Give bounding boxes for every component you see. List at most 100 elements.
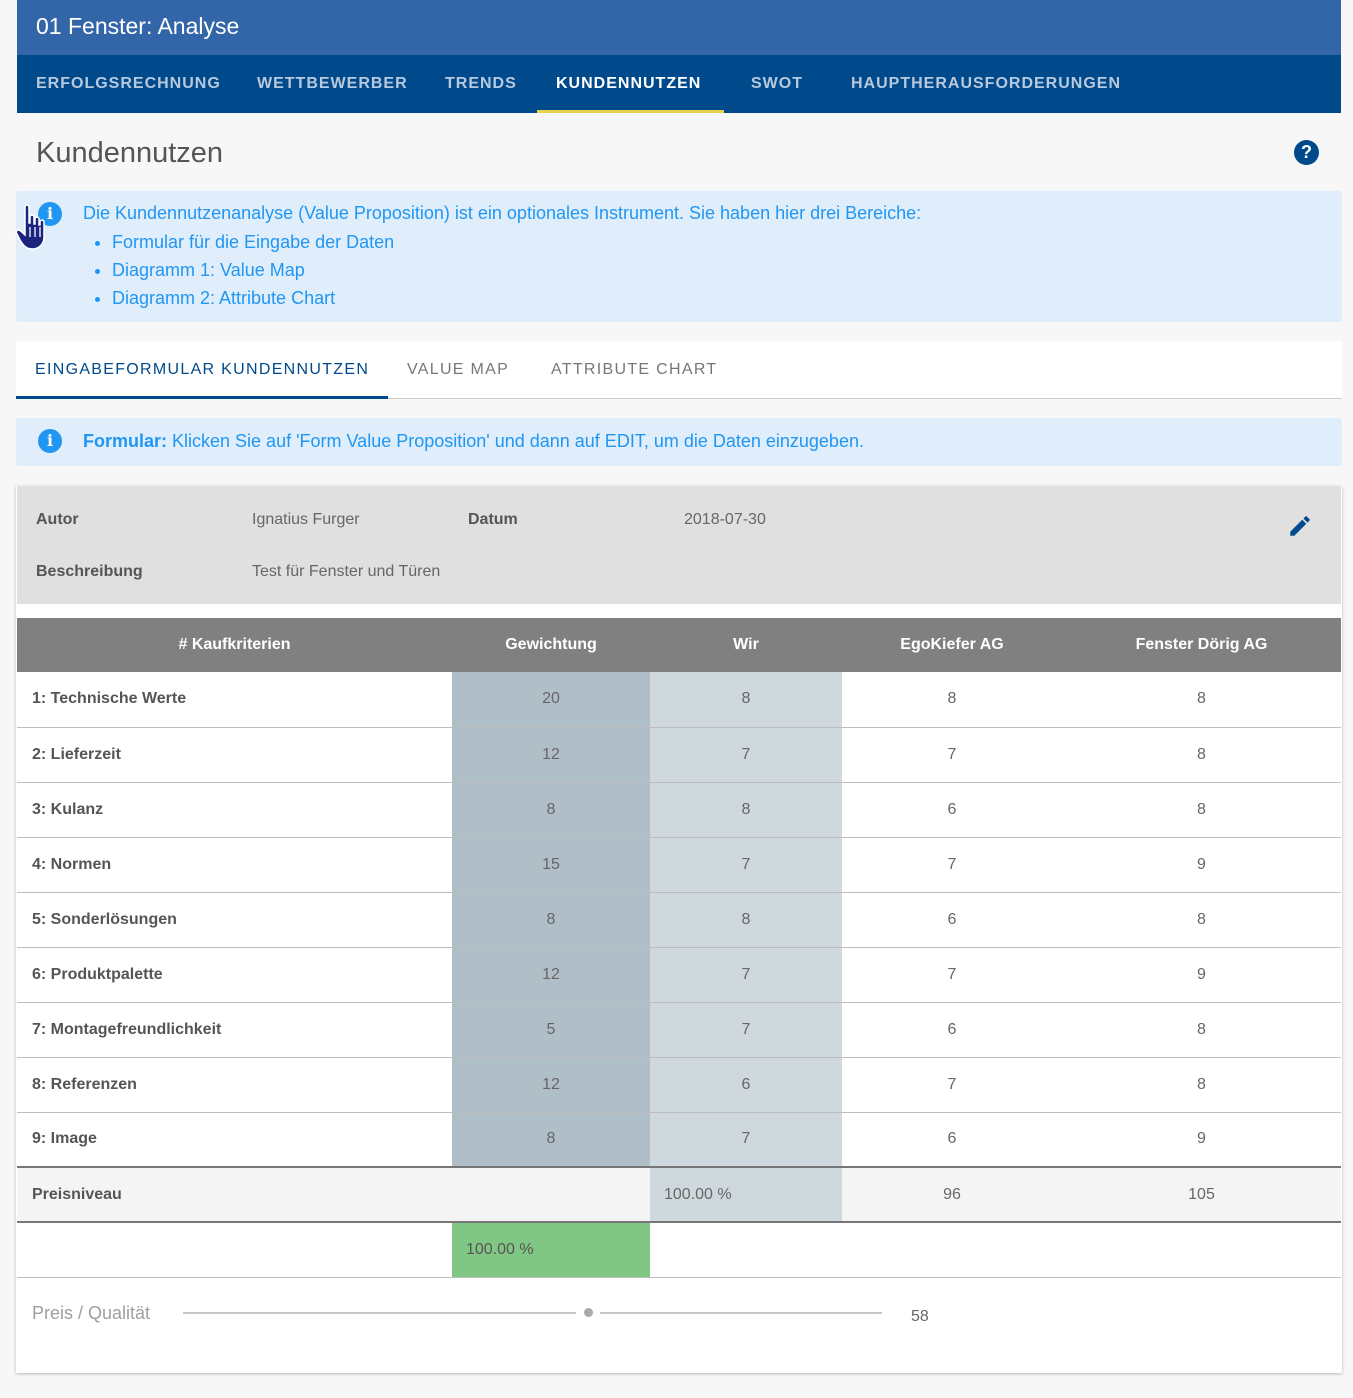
- weight-cell: 5: [452, 1002, 650, 1058]
- form-info-message: Klicken Sie auf 'Form Value Proposition'…: [167, 431, 864, 451]
- nav-item-kundennutzen[interactable]: KUNDENNUTZEN: [556, 55, 701, 113]
- page-title: Kundennutzen: [36, 137, 224, 169]
- form-info-box: i Formular: Klicken Sie auf 'Form Value …: [16, 418, 1342, 466]
- wir-cell: 6: [650, 1057, 842, 1113]
- autor-label: Autor: [36, 511, 79, 528]
- empty-cell: [650, 1222, 842, 1278]
- wir-cell: 8: [650, 892, 842, 948]
- nav-item-erfolgsrechnung[interactable]: ERFOLGSRECHNUNG: [36, 55, 221, 113]
- datum-label: Datum: [468, 511, 518, 528]
- table-row[interactable]: 2: Lieferzeit 12 7 7 8: [17, 727, 1341, 783]
- table-row[interactable]: 3: Kulanz 8 8 6 8: [17, 782, 1341, 838]
- info-icon: i: [38, 429, 62, 453]
- wir-cell: 7: [650, 1112, 842, 1168]
- beschreibung-label: Beschreibung: [36, 563, 143, 580]
- wir-cell: 8: [650, 782, 842, 838]
- gewichtung-total: 100.00 %: [452, 1222, 650, 1278]
- list-item: Formular für die Eingabe der Daten: [112, 231, 394, 259]
- table-row[interactable]: 8: Referenzen 12 6 7 8: [17, 1057, 1341, 1113]
- tab-value-map[interactable]: VALUE MAP: [407, 341, 509, 399]
- hand-cursor-icon: [15, 204, 45, 250]
- table-row[interactable]: 1: Technische Werte 20 8 8 8: [17, 672, 1341, 728]
- weight-cell: 15: [452, 837, 650, 893]
- window-title: 01 Fenster: Analyse: [36, 13, 240, 39]
- weight-cell: 8: [452, 892, 650, 948]
- weight-cell: 8: [452, 1112, 650, 1168]
- beschreibung-value: Test für Fenster und Türen: [252, 563, 441, 580]
- criterion-cell: 9: Image: [17, 1112, 452, 1168]
- nav-item-wettbewerber[interactable]: WETTBEWERBER: [257, 55, 408, 113]
- table-header-row: # Kaufkriterien Gewichtung Wir EgoKiefer…: [17, 618, 1341, 672]
- doerig-cell: 8: [1062, 782, 1341, 838]
- egokiefer-cell: 6: [842, 782, 1062, 838]
- empty-cell: [17, 1222, 452, 1278]
- egokiefer-cell: 8: [842, 672, 1062, 728]
- preisniveau-row: Preisniveau 100.00 % 96 105: [17, 1166, 1341, 1223]
- egokiefer-cell: 7: [842, 727, 1062, 783]
- edit-pencil-icon[interactable]: [1287, 513, 1313, 539]
- preisniveau-wir: 100.00 %: [650, 1166, 842, 1223]
- col-header-wir: Wir: [650, 618, 842, 672]
- slider-track[interactable]: [183, 1312, 882, 1314]
- preisniveau-label: Preisniveau: [17, 1166, 452, 1223]
- nav-item-trends[interactable]: TRENDS: [445, 55, 517, 113]
- doerig-cell: 8: [1062, 727, 1341, 783]
- preis-qualitaet-slider-row: Preis / Qualität 58: [16, 1298, 1342, 1338]
- gewichtung-total-row: 100.00 %: [17, 1222, 1341, 1278]
- weight-cell: 8: [452, 782, 650, 838]
- doerig-cell: 9: [1062, 837, 1341, 893]
- criteria-table: # Kaufkriterien Gewichtung Wir EgoKiefer…: [17, 618, 1341, 1278]
- criterion-cell: 4: Normen: [17, 837, 452, 893]
- preisniveau-egokiefer: 96: [842, 1166, 1062, 1223]
- weight-cell: 12: [452, 947, 650, 1003]
- col-header-egokiefer: EgoKiefer AG: [842, 618, 1062, 672]
- table-row[interactable]: 6: Produktpalette 12 7 7 9: [17, 947, 1341, 1003]
- wir-cell: 7: [650, 1002, 842, 1058]
- doerig-cell: 8: [1062, 892, 1341, 948]
- doerig-cell: 8: [1062, 1002, 1341, 1058]
- table-row[interactable]: 5: Sonderlösungen 8 8 6 8: [17, 892, 1341, 948]
- value-proposition-card: Autor Ignatius Furger Datum 2018-07-30 B…: [16, 486, 1342, 1373]
- egokiefer-cell: 7: [842, 947, 1062, 1003]
- main-nav: ERFOLGSRECHNUNG WETTBEWERBER TRENDS KUND…: [17, 55, 1341, 113]
- criterion-cell: 8: Referenzen: [17, 1057, 452, 1113]
- autor-value: Ignatius Furger: [252, 511, 360, 528]
- col-header-gewichtung: Gewichtung: [452, 618, 650, 672]
- table-row[interactable]: 7: Montagefreundlichkeit 5 7 6 8: [17, 1002, 1341, 1058]
- col-header-fenster-doerig: Fenster Dörig AG: [1062, 618, 1341, 672]
- form-info-text: Formular: Klicken Sie auf 'Form Value Pr…: [83, 431, 864, 452]
- wir-cell: 7: [650, 837, 842, 893]
- list-item: Diagramm 2: Attribute Chart: [112, 287, 394, 315]
- table-row[interactable]: 9: Image 8 7 6 9: [17, 1112, 1341, 1168]
- intro-text: Die Kundennutzenanalyse (Value Propositi…: [83, 203, 922, 223]
- form-info-label: Formular:: [83, 431, 168, 451]
- sub-tabs: EINGABEFORMULAR KUNDENNUTZEN VALUE MAP A…: [16, 341, 1342, 399]
- preisniveau-doerig: 105: [1062, 1166, 1341, 1223]
- help-icon[interactable]: ?: [1294, 140, 1319, 165]
- slider-thumb[interactable]: [584, 1308, 593, 1317]
- col-header-kaufkriterien: # Kaufkriterien: [17, 618, 452, 672]
- nav-active-indicator: [537, 110, 724, 113]
- wir-cell: 7: [650, 947, 842, 1003]
- slider-label: Preis / Qualität: [32, 1303, 151, 1323]
- list-item: Diagramm 1: Value Map: [112, 259, 394, 287]
- egokiefer-cell: 6: [842, 1002, 1062, 1058]
- table-row[interactable]: 4: Normen 15 7 7 9: [17, 837, 1341, 893]
- egokiefer-cell: 7: [842, 837, 1062, 893]
- doerig-cell: 8: [1062, 1057, 1341, 1113]
- tab-active-indicator: [16, 396, 388, 399]
- doerig-cell: 9: [1062, 1112, 1341, 1168]
- wir-cell: 8: [650, 672, 842, 728]
- egokiefer-cell: 7: [842, 1057, 1062, 1113]
- tab-eingabeformular[interactable]: EINGABEFORMULAR KUNDENNUTZEN: [35, 341, 369, 399]
- doerig-cell: 8: [1062, 672, 1341, 728]
- nav-item-swot[interactable]: SWOT: [751, 55, 803, 113]
- intro-list: Formular für die Eingabe der Daten Diagr…: [112, 231, 394, 315]
- tab-attribute-chart[interactable]: ATTRIBUTE CHART: [551, 341, 717, 399]
- intro-info-box: i Die Kundennutzenanalyse (Value Proposi…: [16, 191, 1342, 322]
- weight-cell: 12: [452, 1057, 650, 1113]
- nav-item-hauptherausforderungen[interactable]: HAUPTHERAUSFORDERUNGEN: [851, 55, 1121, 113]
- criterion-cell: 6: Produktpalette: [17, 947, 452, 1003]
- empty-cell: [452, 1166, 650, 1223]
- meta-section: Autor Ignatius Furger Datum 2018-07-30 B…: [17, 486, 1341, 604]
